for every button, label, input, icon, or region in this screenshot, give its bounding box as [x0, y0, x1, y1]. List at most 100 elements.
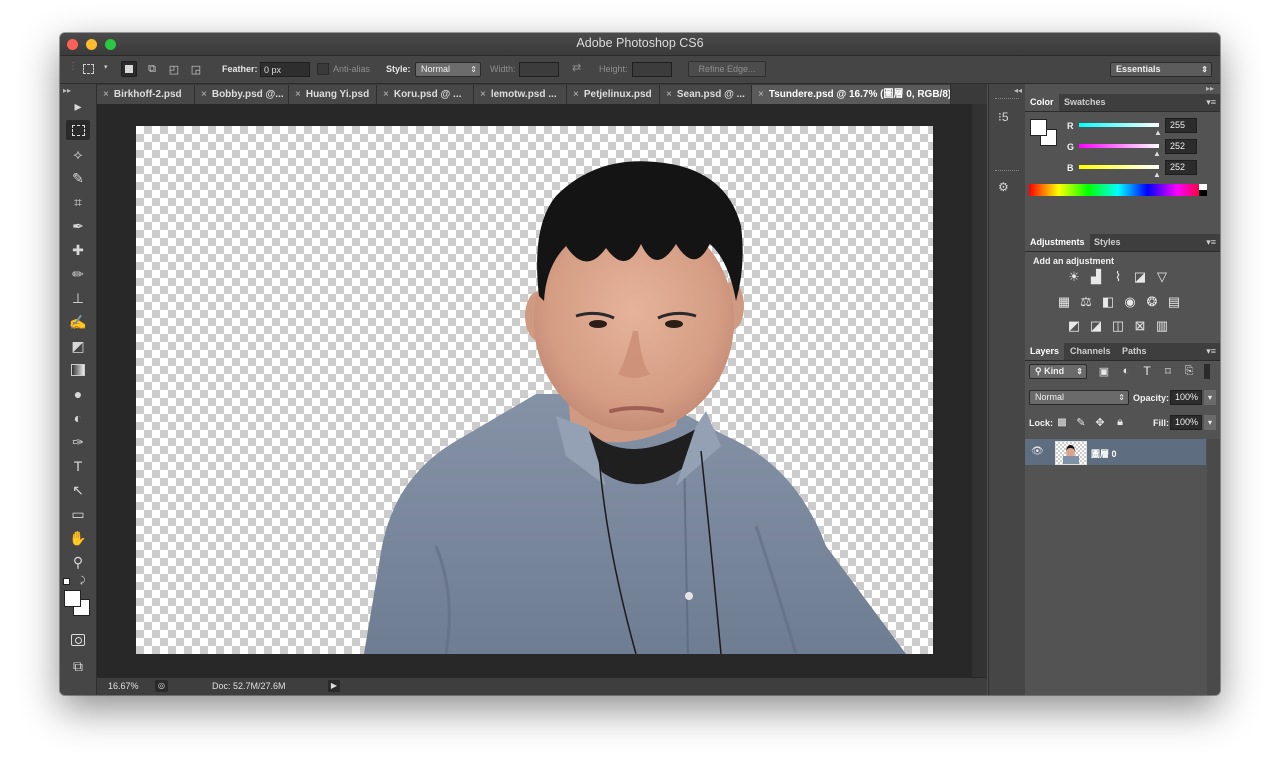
foreground-color-chip[interactable]	[1030, 119, 1047, 136]
canvas-vertical-scrollbar[interactable]	[972, 104, 987, 677]
width-input[interactable]	[519, 62, 559, 77]
fill-input[interactable]: 100%	[1170, 415, 1202, 430]
selective-color-icon[interactable]: ⊠	[1131, 318, 1149, 334]
hand-tool-icon[interactable]: ✋	[66, 528, 90, 548]
quick-selection-tool-icon[interactable]: ✎	[66, 168, 90, 188]
screen-mode-icon[interactable]: ⧉	[66, 656, 90, 676]
color-panel-swatches[interactable]	[1030, 119, 1058, 147]
workspace-select[interactable]: Essentials ⇕	[1110, 62, 1212, 77]
clone-stamp-tool-icon[interactable]: ⊥	[66, 288, 90, 308]
type-tool-icon[interactable]: T	[66, 456, 90, 476]
status-menu-arrow-icon[interactable]: ▶	[328, 680, 340, 692]
properties-panel-icon[interactable]: ⚙	[998, 180, 1009, 194]
filter-toggle[interactable]	[1204, 364, 1210, 379]
rectangle-tool-icon[interactable]: ▭	[66, 504, 90, 524]
color-swatches[interactable]	[64, 590, 92, 618]
expand-panels-icon[interactable]: ▸▸	[1206, 84, 1214, 93]
panel-menu-icon[interactable]: ▾≡	[1206, 94, 1216, 111]
quick-mask-icon[interactable]	[66, 630, 90, 650]
tab-tsundere[interactable]: × Tsundere.psd @ 16.7% (圖層 0, RGB/8)	[752, 85, 951, 104]
swap-dimensions-icon[interactable]: ⇄	[572, 61, 581, 74]
layer-row[interactable]: 👁︎ 圖層 0	[1025, 439, 1206, 465]
tab-koru[interactable]: × Koru.psd @ ...	[377, 85, 474, 104]
color-spectrum-ramp[interactable]	[1029, 184, 1207, 196]
zoom-tool-icon[interactable]: ⚲	[66, 552, 90, 572]
crop-tool-icon[interactable]: ⌗	[66, 192, 90, 212]
color-lookup-icon[interactable]: ▤	[1165, 294, 1183, 310]
swap-colors-icon[interactable]: ⤸	[80, 575, 85, 586]
blue-value[interactable]: 252	[1165, 160, 1197, 175]
tab-sean[interactable]: × Sean.psd @ ...	[660, 85, 752, 104]
levels-icon[interactable]: ▟	[1087, 269, 1105, 285]
filter-adjustment-icon[interactable]: ◐	[1117, 363, 1135, 379]
close-tab-icon[interactable]: ×	[295, 89, 301, 100]
subtract-selection-button[interactable]: ◰	[166, 61, 182, 77]
collapse-tools-icon[interactable]: ▸▸	[63, 86, 71, 95]
tab-swatches[interactable]: Swatches	[1059, 94, 1111, 111]
filter-type-icon[interactable]: T	[1138, 363, 1156, 379]
zoom-level[interactable]: 16.67%	[108, 681, 139, 691]
feather-input[interactable]: 0 px	[260, 62, 310, 77]
default-colors-icon[interactable]	[63, 578, 71, 586]
blue-slider[interactable]	[1079, 165, 1159, 169]
tab-petjelinux[interactable]: × Petjelinux.psd	[567, 85, 660, 104]
color-balance-icon[interactable]: ⚖	[1077, 294, 1095, 310]
history-panel-icon[interactable]: ⁝5	[998, 110, 1009, 124]
green-slider[interactable]	[1079, 144, 1159, 148]
eyedropper-tool-icon[interactable]: ✒	[66, 216, 90, 236]
pen-tool-icon[interactable]: ✑	[66, 432, 90, 452]
gradient-map-icon[interactable]: ▥	[1153, 318, 1171, 334]
tool-preset-picker[interactable]	[80, 61, 96, 77]
history-brush-tool-icon[interactable]: ✍	[66, 312, 90, 332]
eraser-tool-icon[interactable]: ◩	[66, 336, 90, 356]
filter-smart-object-icon[interactable]: ⎘	[1180, 363, 1198, 379]
black-white-icon[interactable]: ◧	[1099, 294, 1117, 310]
rect-marquee-tool-icon[interactable]	[66, 120, 90, 140]
foreground-color-swatch[interactable]	[64, 590, 81, 607]
tab-adjustments[interactable]: Adjustments	[1025, 234, 1090, 251]
lock-position-icon[interactable]: ✥	[1091, 414, 1109, 430]
vibrance-icon[interactable]: ▽	[1153, 269, 1171, 285]
close-tab-icon[interactable]: ×	[758, 89, 764, 100]
green-slider-thumb[interactable]: ▲	[1153, 149, 1161, 158]
photo-filter-icon[interactable]: ◉	[1121, 294, 1139, 310]
fill-slider-arrow-icon[interactable]: ▾	[1204, 415, 1216, 430]
tab-lemotw[interactable]: × lemotw.psd ...	[474, 85, 567, 104]
layer-thumbnail[interactable]	[1055, 441, 1087, 465]
document-canvas[interactable]	[136, 126, 933, 654]
opacity-input[interactable]: 100%	[1170, 390, 1202, 405]
curves-icon[interactable]: ⌇	[1109, 269, 1127, 285]
posterize-icon[interactable]: ◪	[1087, 318, 1105, 334]
layers-scrollbar[interactable]	[1207, 439, 1220, 695]
filter-shape-icon[interactable]: ⌑	[1159, 363, 1177, 379]
new-selection-button[interactable]	[121, 61, 137, 77]
close-tab-icon[interactable]: ×	[573, 89, 579, 100]
refine-edge-button[interactable]: Refine Edge...	[688, 61, 766, 77]
close-tab-icon[interactable]: ×	[201, 89, 207, 100]
height-input[interactable]	[632, 62, 672, 77]
tab-birkhoff[interactable]: × Birkhoff-2.psd	[97, 85, 195, 104]
healing-brush-tool-icon[interactable]: ✚	[66, 240, 90, 260]
red-value[interactable]: 255	[1165, 118, 1197, 133]
lock-all-icon[interactable]: 🔒︎	[1111, 414, 1129, 430]
style-select[interactable]: Normal ⇕	[415, 62, 481, 77]
add-to-selection-button[interactable]: ⧉	[144, 61, 160, 77]
dodge-tool-icon[interactable]: ◐	[66, 408, 90, 428]
green-value[interactable]: 252	[1165, 139, 1197, 154]
intersect-selection-button[interactable]: ◲	[188, 61, 204, 77]
canvas-area[interactable]	[97, 104, 987, 677]
opacity-slider-arrow-icon[interactable]: ▾	[1204, 390, 1216, 405]
tab-bobby[interactable]: × Bobby.psd @...	[195, 85, 289, 104]
anti-alias-checkbox[interactable]	[317, 63, 329, 75]
tab-color[interactable]: Color	[1025, 94, 1059, 111]
blue-slider-thumb[interactable]: ▲	[1153, 170, 1161, 179]
tab-layers[interactable]: Layers	[1025, 343, 1065, 360]
close-tab-icon[interactable]: ×	[666, 89, 672, 100]
tab-styles[interactable]: Styles	[1089, 234, 1126, 251]
layers-menu-icon[interactable]: ▾≡	[1206, 343, 1216, 360]
visibility-eye-icon[interactable]: 👁︎	[1031, 446, 1044, 457]
brightness-contrast-icon[interactable]: ☀	[1065, 269, 1083, 285]
lasso-tool-icon[interactable]: ⟡	[66, 144, 90, 164]
invert-icon[interactable]: ◩	[1065, 318, 1083, 334]
preset-dropdown-arrow-icon[interactable]: ▾	[104, 63, 108, 71]
